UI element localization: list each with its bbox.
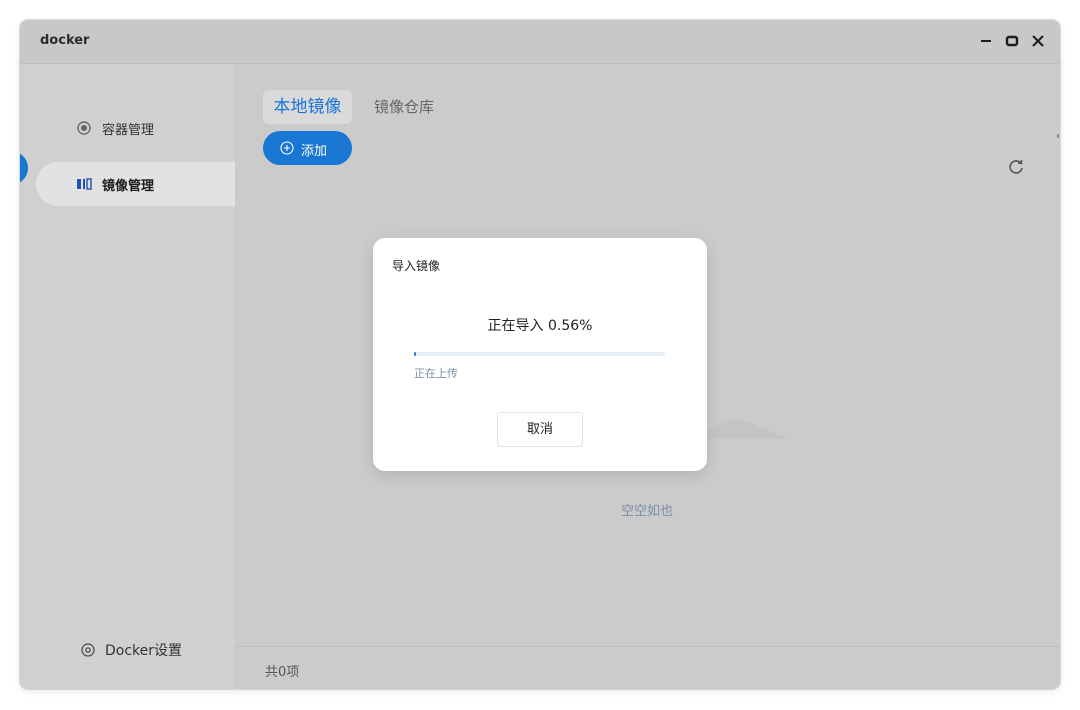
tab-image-registry[interactable]: 镜像仓库 [374,90,434,124]
maximize-icon[interactable] [1001,30,1023,52]
upload-status: 正在上传 [414,367,458,380]
dialog-title: 导入镜像 [392,259,441,273]
container-icon [76,120,92,136]
title-bar[interactable]: docker [20,20,1060,64]
sidebar-item-containers[interactable]: 容器管理 [36,106,235,150]
settings-label: Docker设置 [105,643,183,659]
empty-state-text: 空空如也 [621,504,674,519]
sidebar-item-images[interactable]: 镜像管理 [36,162,235,206]
sidebar-item-label: 镜像管理 [102,179,155,194]
add-button[interactable]: 添加 [263,131,352,165]
cancel-button[interactable]: 取消 [497,412,583,447]
sidebar-item-label: 容器管理 [102,123,155,138]
progress-bar-fill [414,352,416,356]
minimize-icon[interactable] [975,30,997,52]
active-indicator [20,151,28,185]
progress-bar [414,352,665,356]
empty-state-illustration [700,409,790,439]
progress-text: 正在导入 0.56% [487,318,593,334]
import-image-dialog: 导入镜像 正在导入 0.56% 正在上传 取消 [373,238,707,471]
add-button-label: 添加 [301,144,328,159]
close-icon[interactable] [1027,30,1049,52]
plus-circle-icon [280,141,294,155]
item-count: 共0项 [265,665,300,680]
image-icon [76,176,92,192]
tab-local-images[interactable]: 本地镜像 [263,90,352,124]
scrollbar[interactable] [1057,134,1059,138]
settings-icon [80,642,96,658]
window-title: docker [40,33,90,48]
footer: 共0项 [235,646,1060,689]
refresh-icon[interactable] [1007,158,1025,176]
sidebar: 容器管理 镜像管理 Docker设置 [20,64,235,689]
